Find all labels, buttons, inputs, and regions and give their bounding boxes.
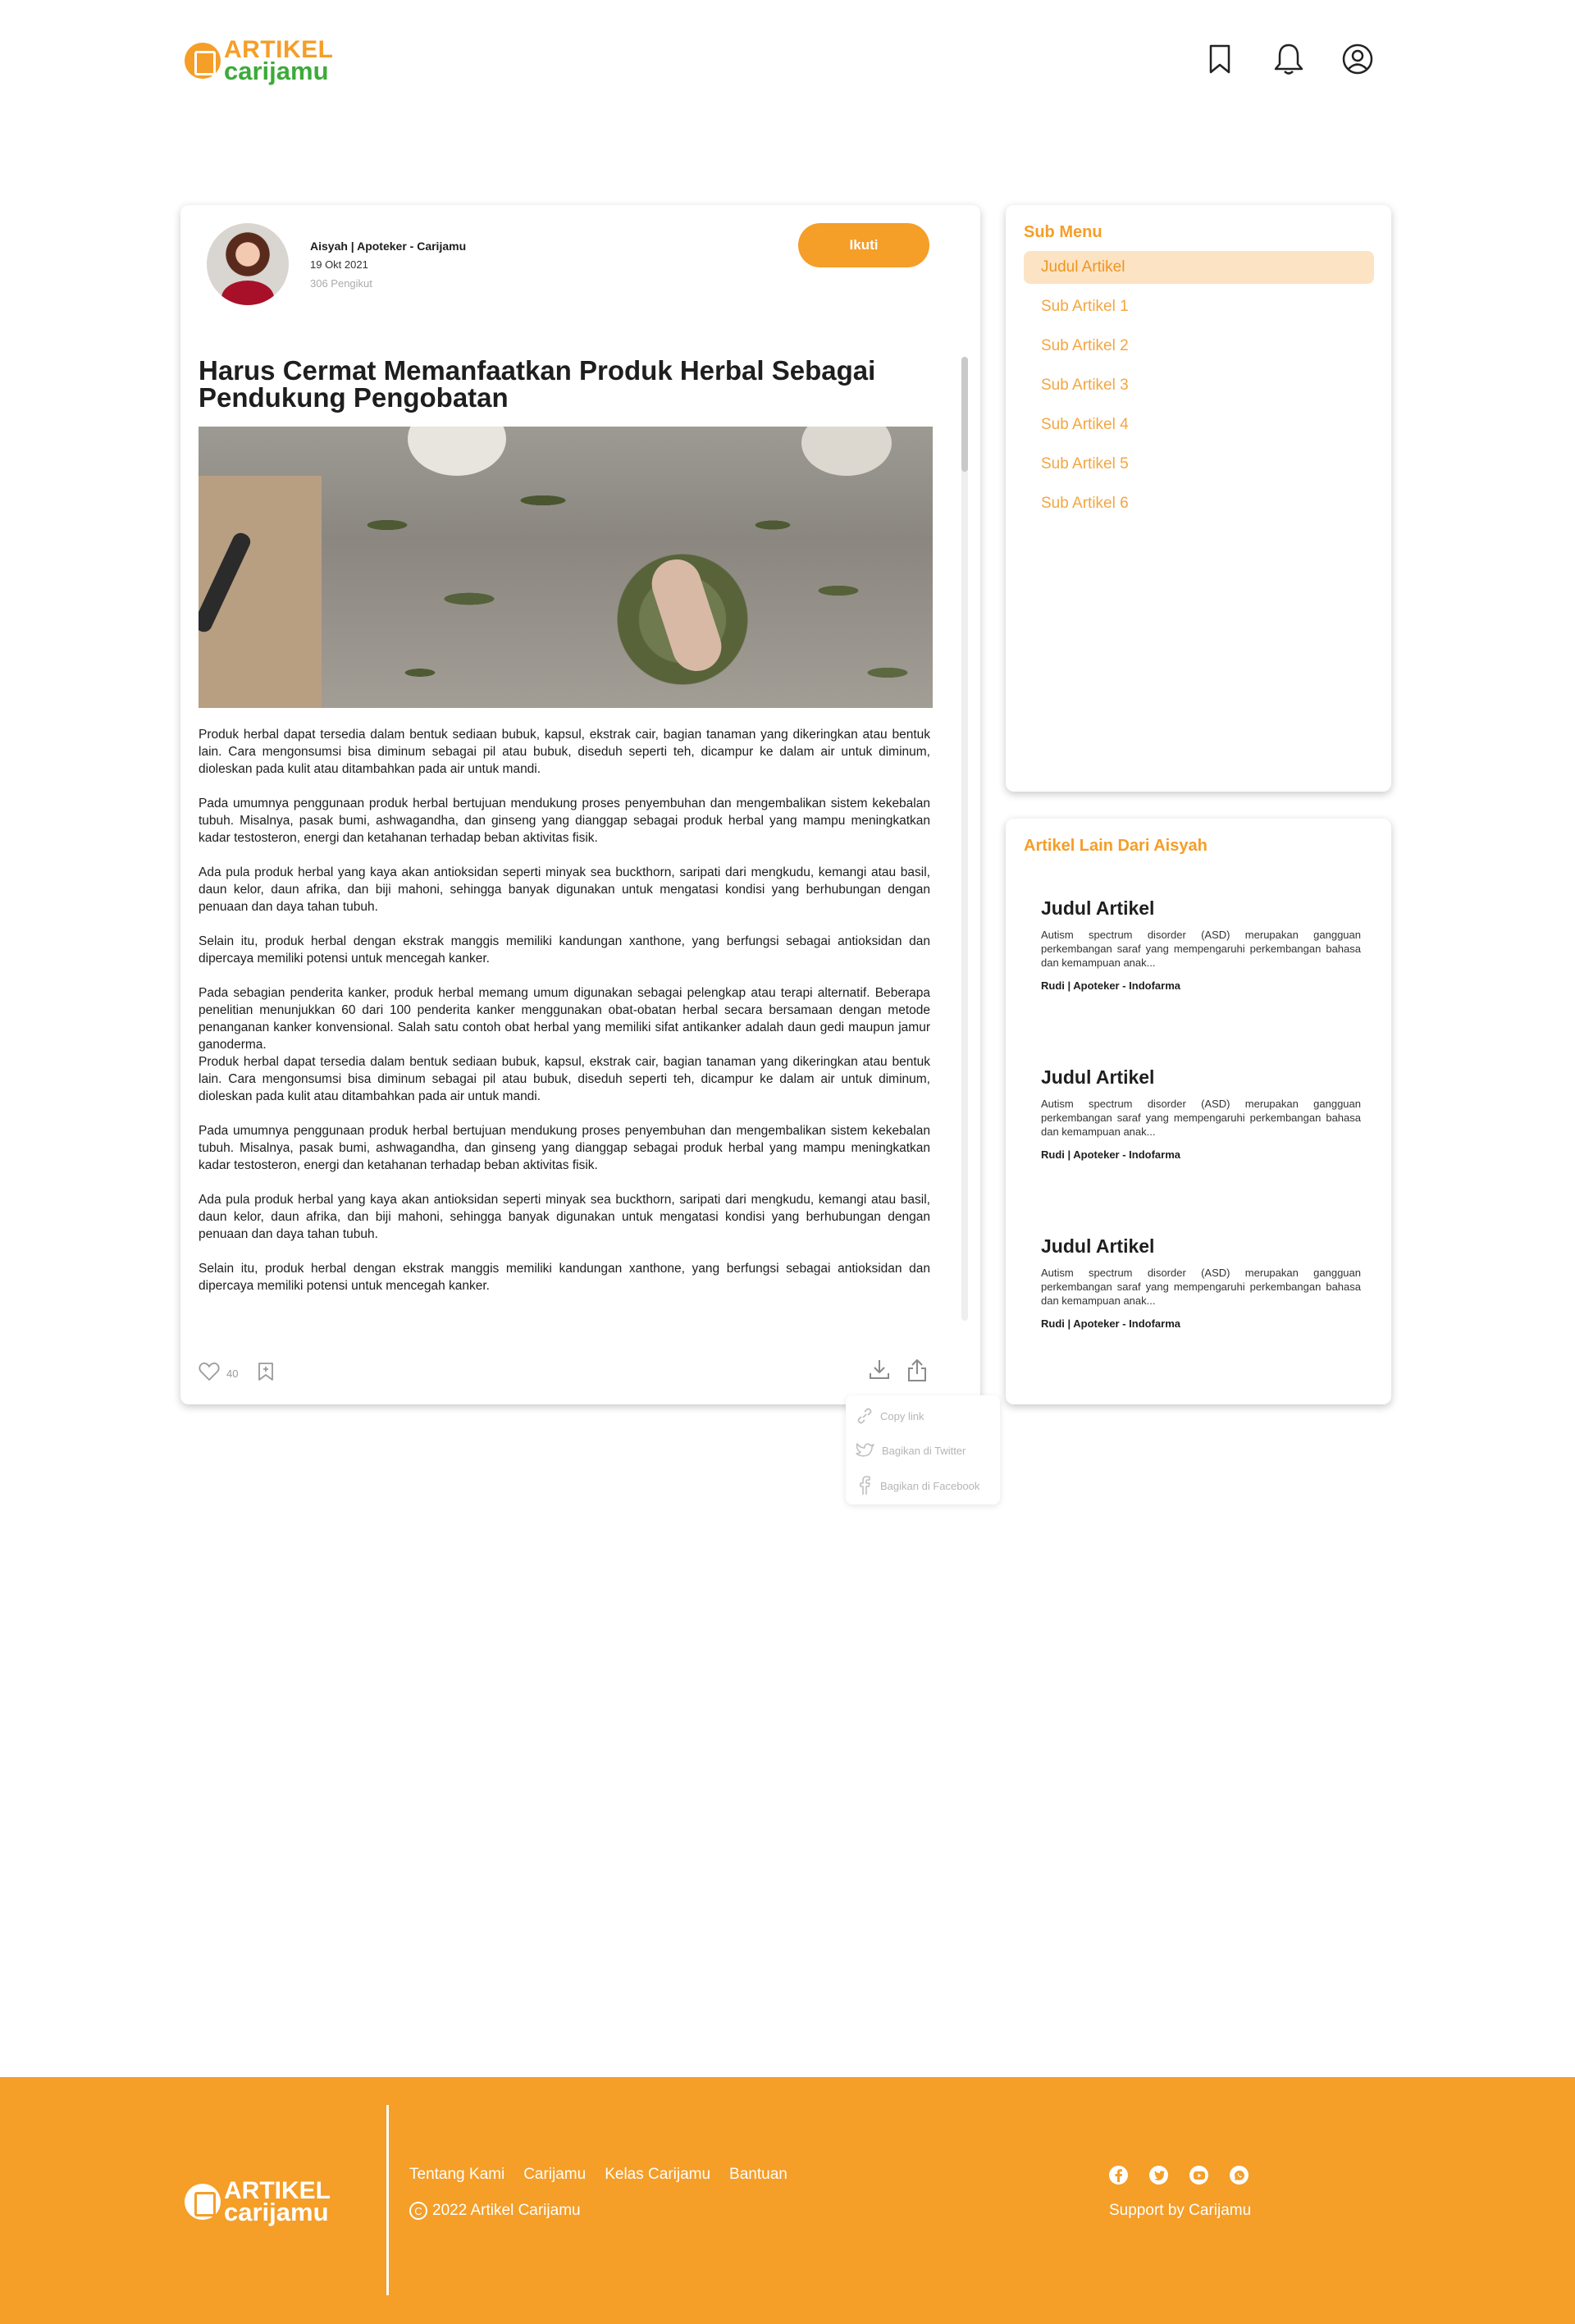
submenu-item-sub-artikel-1[interactable]: Sub Artikel 1 bbox=[1024, 290, 1374, 323]
other-article-title[interactable]: Judul Artikel bbox=[1041, 897, 1361, 920]
article-tools bbox=[868, 1358, 929, 1386]
submenu-card: Sub Menu Judul Artikel Sub Artikel 1 Sub… bbox=[1006, 205, 1391, 792]
article-reactions: 40 bbox=[199, 1362, 274, 1386]
article-paragraph: Ada pula produk herbal yang kaya akan an… bbox=[199, 1193, 930, 1241]
article-paragraph: Ada pula produk herbal yang kaya akan an… bbox=[199, 865, 930, 914]
other-article-title[interactable]: Judul Artikel bbox=[1041, 1235, 1361, 1258]
follow-button[interactable]: Ikuti bbox=[798, 223, 929, 267]
footer-link-carijamu[interactable]: Carijamu bbox=[523, 2166, 586, 2184]
other-articles-card: Artikel Lain Dari Aisyah Judul Artikel A… bbox=[1006, 819, 1391, 1404]
other-article-item[interactable]: Judul Artikel Autism spectrum disorder (… bbox=[1041, 1066, 1361, 1161]
whatsapp-icon[interactable] bbox=[1230, 2166, 1249, 2185]
bookmark-add-icon[interactable] bbox=[258, 1362, 274, 1386]
other-article-title[interactable]: Judul Artikel bbox=[1041, 1066, 1361, 1089]
avatar[interactable] bbox=[207, 223, 289, 305]
share-item-label: Bagikan di Twitter bbox=[882, 1444, 966, 1457]
twitter-icon bbox=[856, 1443, 874, 1457]
logo-text-bottom: carijamu bbox=[224, 2197, 329, 2226]
share-facebook[interactable]: Bagikan di Facebook bbox=[856, 1476, 979, 1495]
author-info: Aisyah | Apoteker - Carijamu 19 Okt 2021… bbox=[207, 223, 466, 305]
support-text: Support by Carijamu bbox=[1109, 2202, 1252, 2219]
share-twitter[interactable]: Bagikan di Twitter bbox=[856, 1441, 966, 1459]
submenu-item-sub-artikel-3[interactable]: Sub Artikel 3 bbox=[1024, 369, 1374, 402]
article-paragraph: Selain itu, produk herbal dengan ekstrak… bbox=[199, 934, 930, 966]
like-count: 40 bbox=[226, 1367, 239, 1380]
link-icon bbox=[857, 1408, 872, 1424]
footer-links: Tentang Kami Carijamu Kelas Carijamu Ban… bbox=[409, 2166, 788, 2184]
brand-logo[interactable]: ARTIKEL carijamu bbox=[185, 38, 334, 85]
other-article-item[interactable]: Judul Artikel Autism spectrum disorder (… bbox=[1041, 897, 1361, 992]
footer: ARTIKEL carijamu Tentang Kami Carijamu K… bbox=[0, 2077, 1575, 2324]
footer-link-kelas-carijamu[interactable]: Kelas Carijamu bbox=[605, 2166, 710, 2184]
copyright-icon: C bbox=[409, 2202, 427, 2220]
submenu-item-sub-artikel-2[interactable]: Sub Artikel 2 bbox=[1024, 330, 1374, 363]
logo-book-icon bbox=[185, 42, 221, 79]
youtube-icon[interactable] bbox=[1189, 2166, 1208, 2185]
other-article-desc: Autism spectrum disorder (ASD) merupakan… bbox=[1041, 1098, 1361, 1138]
bell-icon[interactable] bbox=[1272, 43, 1305, 75]
article-paragraph: Pada umumnya penggunaan produk herbal be… bbox=[199, 797, 930, 845]
article-hero-image bbox=[199, 427, 933, 708]
other-articles-title: Artikel Lain Dari Aisyah bbox=[1024, 837, 1208, 855]
heart-icon[interactable] bbox=[199, 1362, 220, 1386]
footer-divider bbox=[386, 2105, 389, 2295]
share-icon[interactable] bbox=[906, 1358, 929, 1386]
other-article-desc: Autism spectrum disorder (ASD) merupakan… bbox=[1041, 929, 1361, 969]
submenu-item-sub-artikel-6[interactable]: Sub Artikel 6 bbox=[1024, 487, 1374, 520]
submenu-title: Sub Menu bbox=[1024, 223, 1102, 241]
article-paragraph: Pada sebagian penderita kanker, produk h… bbox=[199, 986, 930, 1052]
article-paragraph: Pada umumnya penggunaan produk herbal be… bbox=[199, 1124, 930, 1172]
twitter-icon[interactable] bbox=[1149, 2166, 1168, 2185]
submenu-item-sub-artikel-5[interactable]: Sub Artikel 5 bbox=[1024, 448, 1374, 481]
submenu-item-sub-artikel-4[interactable]: Sub Artikel 4 bbox=[1024, 409, 1374, 441]
header-actions bbox=[1203, 43, 1374, 75]
social-links bbox=[1109, 2166, 1249, 2185]
author-name[interactable]: Aisyah | Apoteker - Carijamu bbox=[310, 240, 466, 253]
other-article-item[interactable]: Judul Artikel Autism spectrum disorder (… bbox=[1041, 1235, 1361, 1330]
download-icon[interactable] bbox=[868, 1358, 891, 1386]
article-scrollbar[interactable] bbox=[961, 357, 968, 1321]
article-paragraph: Produk herbal dapat tersedia dalam bentu… bbox=[199, 1055, 930, 1103]
share-item-label: Bagikan di Facebook bbox=[880, 1479, 980, 1492]
share-copy-link[interactable]: Copy link bbox=[856, 1407, 924, 1425]
user-circle-icon[interactable] bbox=[1341, 43, 1374, 75]
scrollbar-thumb[interactable] bbox=[961, 357, 968, 472]
footer-link-bantuan[interactable]: Bantuan bbox=[729, 2166, 788, 2184]
follower-count: 306 Pengikut bbox=[310, 277, 372, 290]
share-menu: Copy link Bagikan di Twitter Bagikan di … bbox=[846, 1395, 1000, 1504]
publish-date: 19 Okt 2021 bbox=[310, 258, 368, 271]
share-item-label: Copy link bbox=[880, 1409, 924, 1422]
logo-book-icon bbox=[185, 2183, 221, 2220]
article-card: Aisyah | Apoteker - Carijamu 19 Okt 2021… bbox=[180, 205, 980, 1404]
facebook-icon[interactable] bbox=[1109, 2166, 1128, 2185]
article-title: Harus Cermat Memanfaatkan Produk Herbal … bbox=[199, 355, 876, 413]
logo-text-bottom: carijamu bbox=[224, 56, 329, 85]
article-paragraph: Selain itu, produk herbal dengan ekstrak… bbox=[199, 1262, 930, 1293]
other-article-author: Rudi | Apoteker - Indofarma bbox=[1041, 1317, 1181, 1330]
submenu-list: Judul Artikel Sub Artikel 1 Sub Artikel … bbox=[1024, 251, 1374, 527]
footer-link-tentang-kami[interactable]: Tentang Kami bbox=[409, 2166, 504, 2184]
copyright-text: 2022 Artikel Carijamu bbox=[432, 2202, 581, 2219]
footer-logo[interactable]: ARTIKEL carijamu bbox=[185, 2179, 331, 2226]
other-article-author: Rudi | Apoteker - Indofarma bbox=[1041, 979, 1181, 992]
submenu-item-judul-artikel[interactable]: Judul Artikel bbox=[1024, 251, 1374, 284]
footer-copyright: C 2022 Artikel Carijamu bbox=[409, 2202, 581, 2220]
other-article-desc: Autism spectrum disorder (ASD) merupakan… bbox=[1041, 1267, 1361, 1307]
article-body: Produk herbal dapat tersedia dalam bentu… bbox=[199, 726, 930, 1312]
bookmark-icon[interactable] bbox=[1203, 43, 1236, 75]
facebook-icon bbox=[860, 1476, 870, 1495]
article-paragraph: Produk herbal dapat tersedia dalam bentu… bbox=[199, 728, 930, 776]
other-article-author: Rudi | Apoteker - Indofarma bbox=[1041, 1148, 1181, 1161]
top-header: ARTIKEL carijamu bbox=[0, 0, 1575, 123]
